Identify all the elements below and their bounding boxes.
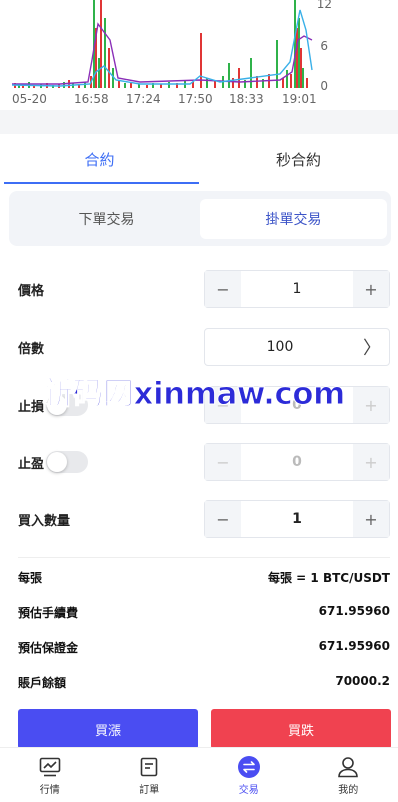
volume-bar bbox=[100, 0, 102, 88]
fee-row: 預估手續費 671.95960 bbox=[18, 604, 390, 621]
ma-line bbox=[12, 24, 312, 84]
market-order-option[interactable]: 下單交易 bbox=[13, 199, 200, 239]
volume-bar bbox=[98, 58, 100, 88]
user-icon bbox=[336, 755, 360, 779]
volume-bar bbox=[306, 78, 308, 88]
x-tick-label: 18:33 bbox=[229, 92, 264, 106]
chart-icon bbox=[38, 755, 62, 779]
document-icon bbox=[137, 755, 161, 779]
x-tick-label: 05-20 bbox=[12, 92, 47, 106]
leverage-picker[interactable]: 100 〉 bbox=[204, 328, 390, 366]
per-lot-label: 每張 bbox=[18, 569, 42, 586]
x-tick-label: 17:24 bbox=[126, 92, 161, 106]
volume-bar bbox=[282, 78, 284, 88]
contract-tabs: 合約 秒合約 bbox=[0, 134, 398, 184]
take-profit-row: 止盈 − 0 + bbox=[18, 443, 390, 481]
price-row: 價格 − 1 + bbox=[18, 270, 390, 308]
take-profit-toggle[interactable] bbox=[46, 451, 88, 473]
chevron-right-icon: 〉 bbox=[355, 334, 389, 360]
volume-bar bbox=[104, 18, 106, 88]
tab-second-contract[interactable]: 秒合約 bbox=[199, 134, 398, 184]
stop-loss-increase-button[interactable]: + bbox=[353, 387, 389, 423]
price-line bbox=[12, 10, 312, 86]
quantity-input[interactable]: 1 bbox=[241, 511, 353, 527]
price-decrease-button[interactable]: − bbox=[205, 271, 241, 307]
x-tick-label: 19:01 bbox=[282, 92, 317, 106]
take-profit-group: 止盈 bbox=[18, 451, 88, 473]
price-stepper: − 1 + bbox=[204, 270, 390, 308]
volume-bar bbox=[228, 63, 230, 88]
quantity-decrease-button[interactable]: − bbox=[205, 501, 241, 537]
take-profit-label: 止盈 bbox=[18, 453, 44, 472]
margin-row: 預估保證金 671.95960 bbox=[18, 639, 390, 656]
nav-trade-label: 交易 bbox=[239, 781, 259, 796]
quantity-stepper: − 1 + bbox=[204, 500, 390, 538]
divider bbox=[18, 557, 390, 558]
price-increase-button[interactable]: + bbox=[353, 271, 389, 307]
per-lot-row: 每張 每張 = 1 BTC/USDT bbox=[18, 569, 390, 586]
x-tick-label: 17:50 bbox=[178, 92, 213, 106]
volume-bar bbox=[250, 58, 252, 88]
x-tick-label: 16:58 bbox=[74, 92, 109, 106]
nav-profile-label: 我的 bbox=[338, 781, 358, 796]
nav-profile[interactable]: 我的 bbox=[299, 748, 398, 802]
price-chart: 05-20 16:58 17:24 17:50 18:33 19:01 12 6… bbox=[0, 0, 398, 110]
nav-market-label: 行情 bbox=[40, 781, 60, 796]
volume-bar bbox=[108, 48, 110, 88]
leverage-value: 100 bbox=[205, 339, 355, 355]
leverage-row: 倍數 100 〉 bbox=[18, 328, 390, 366]
y-tick-label: 0 bbox=[320, 79, 328, 93]
volume-bar bbox=[298, 18, 300, 88]
stop-loss-label: 止損 bbox=[18, 396, 44, 415]
volume-bar bbox=[168, 82, 170, 88]
nav-trade[interactable]: 交易 bbox=[199, 748, 299, 802]
volume-bar bbox=[146, 85, 148, 88]
nav-orders[interactable]: 訂單 bbox=[100, 748, 200, 802]
bottom-nav: 行情 訂單 交易 我的 bbox=[0, 747, 398, 802]
margin-value: 671.95960 bbox=[319, 639, 390, 656]
limit-order-option[interactable]: 掛單交易 bbox=[200, 199, 387, 239]
fee-label: 預估手續費 bbox=[18, 604, 78, 621]
volume-bar bbox=[124, 83, 126, 88]
take-profit-increase-button[interactable]: + bbox=[353, 444, 389, 480]
margin-label: 預估保證金 bbox=[18, 639, 78, 656]
y-tick-label: 6 bbox=[320, 39, 328, 53]
balance-label: 賬戶餘額 bbox=[18, 674, 66, 691]
take-profit-stepper: − 0 + bbox=[204, 443, 390, 481]
volume-bar bbox=[238, 68, 240, 88]
buy-long-button[interactable]: 買漲 bbox=[18, 709, 198, 749]
quantity-label: 買入數量 bbox=[18, 510, 70, 529]
section-gap bbox=[0, 110, 398, 134]
price-input[interactable]: 1 bbox=[241, 281, 353, 297]
volume-bar bbox=[214, 81, 216, 88]
volume-bar bbox=[286, 70, 288, 88]
nav-market[interactable]: 行情 bbox=[0, 748, 100, 802]
balance-row: 賬戶餘額 70000.2 bbox=[18, 674, 390, 691]
toggle-knob bbox=[47, 452, 67, 472]
fee-value: 671.95960 bbox=[319, 604, 390, 621]
volume-bar bbox=[300, 48, 302, 88]
quantity-row: 買入數量 − 1 + bbox=[18, 500, 390, 538]
take-profit-decrease-button[interactable]: − bbox=[205, 444, 241, 480]
order-type-switch: 下單交易 掛單交易 bbox=[9, 191, 391, 246]
per-lot-value: 每張 = 1 BTC/USDT bbox=[268, 569, 390, 586]
buy-short-button[interactable]: 買跌 bbox=[211, 709, 391, 749]
tab-contract[interactable]: 合約 bbox=[0, 134, 199, 184]
volume-bar bbox=[290, 74, 292, 88]
balance-value: 70000.2 bbox=[335, 674, 390, 691]
price-label: 價格 bbox=[18, 280, 44, 299]
volume-bar bbox=[302, 68, 304, 88]
site-watermark: 新码网xinmaw.com bbox=[42, 368, 345, 413]
volume-bar bbox=[206, 78, 208, 88]
quantity-increase-button[interactable]: + bbox=[353, 501, 389, 537]
leverage-label: 倍數 bbox=[18, 338, 44, 357]
take-profit-input[interactable]: 0 bbox=[241, 454, 353, 470]
nav-orders-label: 訂單 bbox=[139, 781, 159, 796]
volume-bar bbox=[294, 0, 296, 88]
volume-bar bbox=[296, 28, 298, 88]
exchange-icon bbox=[237, 755, 261, 779]
y-tick-label: 12 bbox=[317, 0, 332, 11]
